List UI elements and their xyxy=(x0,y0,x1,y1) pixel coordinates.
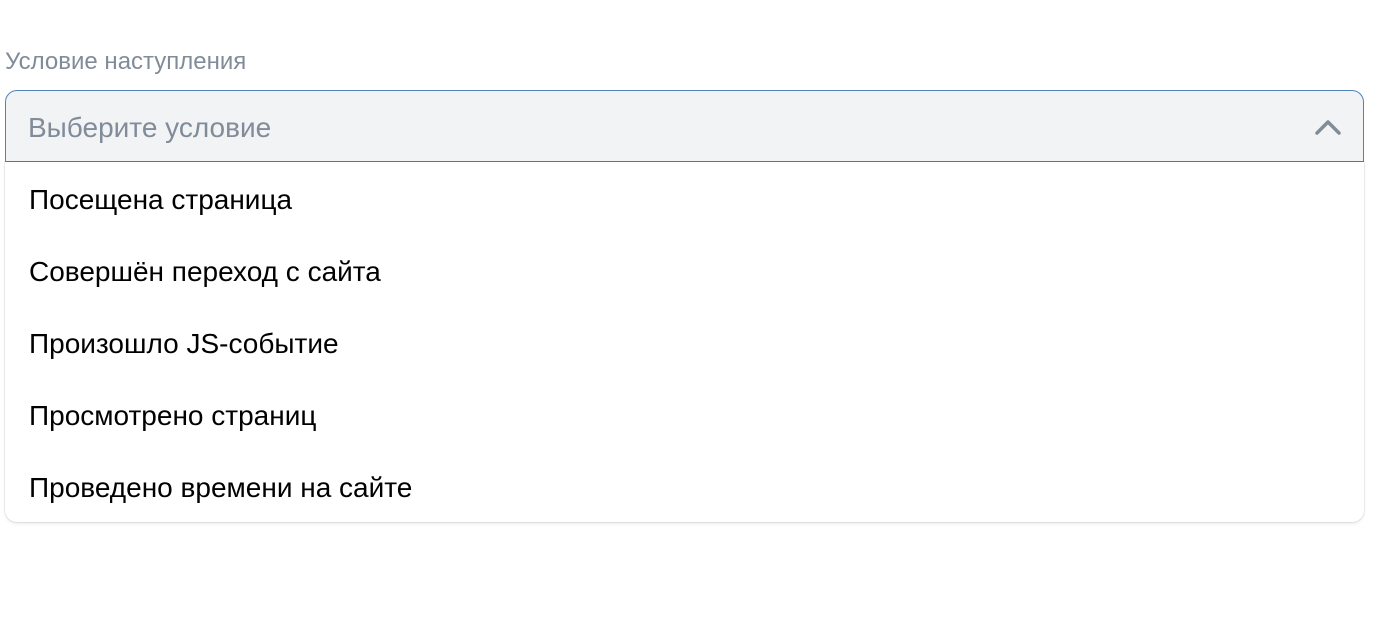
option-left-site[interactable]: Совершён переход с сайта xyxy=(5,236,1364,308)
option-time-on-site[interactable]: Проведено времени на сайте xyxy=(5,452,1364,522)
option-pages-viewed[interactable]: Просмотрено страниц xyxy=(5,380,1364,452)
condition-select[interactable]: Выберите условие xyxy=(5,90,1364,162)
field-label: Условие наступления xyxy=(5,48,247,75)
chevron-up-icon[interactable] xyxy=(1313,115,1343,139)
option-js-event[interactable]: Произошло JS-событие xyxy=(5,308,1364,380)
option-page-visited[interactable]: Посещена страница xyxy=(5,164,1364,236)
condition-dropdown-list: Посещена страница Совершён переход с сай… xyxy=(5,162,1364,522)
select-placeholder: Выберите условие xyxy=(28,112,272,143)
